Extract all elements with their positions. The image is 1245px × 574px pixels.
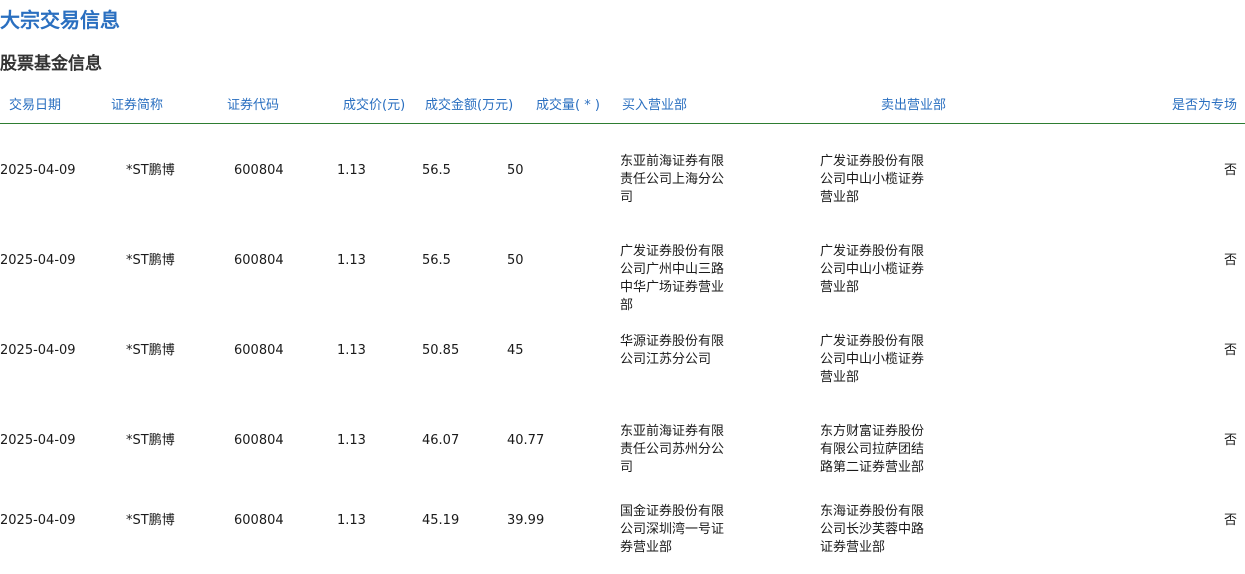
cell-name: *ST鹏博 xyxy=(126,343,175,358)
cell-date: 2025-04-09 xyxy=(0,163,76,178)
page-title: 大宗交易信息 xyxy=(0,8,120,32)
cell-date: 2025-04-09 xyxy=(0,253,76,268)
cell-buy: 国金证券股份有限公司深圳湾一号证券营业部 xyxy=(620,504,725,555)
cell-name: *ST鹏博 xyxy=(126,433,175,448)
cell-special: 否 xyxy=(1223,163,1237,178)
column-header-sell[interactable]: 卖出营业部 xyxy=(881,97,946,115)
cell-name: *ST鹏博 xyxy=(126,513,175,528)
cell-sell: 广发证券股份有限公司中山小榄证券营业部 xyxy=(820,244,925,295)
cell-name: *ST鹏博 xyxy=(126,163,175,178)
cell-buy: 华源证券股份有限公司江苏分公司 xyxy=(620,334,725,367)
table-row: 2025-04-09 *ST鹏博 600804 1.13 46.07 40.77… xyxy=(0,401,1245,491)
cell-amount: 56.5 xyxy=(422,163,451,178)
cell-volume: 45 xyxy=(507,343,524,358)
cell-date: 2025-04-09 xyxy=(0,343,76,358)
cell-amount: 50.85 xyxy=(422,343,460,358)
cell-volume: 39.99 xyxy=(507,513,545,528)
cell-amount: 56.5 xyxy=(422,253,451,268)
cell-special: 否 xyxy=(1223,513,1237,528)
table-row: 2025-04-09 *ST鹏博 600804 1.13 45.19 39.99… xyxy=(0,481,1245,571)
cell-name: *ST鹏博 xyxy=(126,253,175,268)
column-header-price[interactable]: 成交价(元) xyxy=(343,97,405,115)
table-row: 2025-04-09 *ST鹏博 600804 1.13 50.85 45 华源… xyxy=(0,311,1245,401)
cell-volume: 40.77 xyxy=(507,433,545,448)
cell-sell: 东方财富证券股份有限公司拉萨团结路第二证券营业部 xyxy=(820,424,925,475)
cell-date: 2025-04-09 xyxy=(0,513,76,528)
table-header: 交易日期 证券简称 证券代码 成交价(元) 成交金额(万元) 成交量( * ) … xyxy=(0,95,1245,124)
cell-date: 2025-04-09 xyxy=(0,433,76,448)
cell-code: 600804 xyxy=(234,513,284,528)
table-row: 2025-04-09 *ST鹏博 600804 1.13 56.5 50 广发证… xyxy=(0,221,1245,313)
cell-sell: 东海证券股份有限公司长沙芙蓉中路证券营业部 xyxy=(820,504,925,555)
column-header-amount[interactable]: 成交金额(万元) xyxy=(425,97,513,115)
cell-code: 600804 xyxy=(234,163,284,178)
cell-price: 1.13 xyxy=(337,513,366,528)
cell-buy: 广发证券股份有限公司广州中山三路中华广场证券营业部 xyxy=(620,244,725,313)
cell-code: 600804 xyxy=(234,253,284,268)
column-header-volume[interactable]: 成交量( * ) xyxy=(536,97,600,115)
cell-amount: 45.19 xyxy=(422,513,460,528)
cell-sell: 广发证券股份有限公司中山小榄证券营业部 xyxy=(820,154,925,205)
column-header-name[interactable]: 证券简称 xyxy=(111,97,163,115)
cell-special: 否 xyxy=(1223,343,1237,358)
section-title: 股票基金信息 xyxy=(0,54,102,74)
cell-buy: 东亚前海证券有限责任公司上海分公司 xyxy=(620,154,725,205)
cell-price: 1.13 xyxy=(337,343,366,358)
cell-price: 1.13 xyxy=(337,433,366,448)
column-header-code[interactable]: 证券代码 xyxy=(227,97,279,115)
cell-special: 否 xyxy=(1223,433,1237,448)
table-row: 2025-04-09 *ST鹏博 600804 1.13 56.5 50 东亚前… xyxy=(0,131,1245,221)
cell-buy: 东亚前海证券有限责任公司苏州分公司 xyxy=(620,424,725,475)
cell-price: 1.13 xyxy=(337,253,366,268)
column-header-special[interactable]: 是否为专场 xyxy=(1172,97,1237,115)
cell-sell: 广发证券股份有限公司中山小榄证券营业部 xyxy=(820,334,925,385)
cell-amount: 46.07 xyxy=(422,433,460,448)
cell-volume: 50 xyxy=(507,253,524,268)
cell-code: 600804 xyxy=(234,343,284,358)
cell-price: 1.13 xyxy=(337,163,366,178)
cell-code: 600804 xyxy=(234,433,284,448)
cell-special: 否 xyxy=(1223,253,1237,268)
column-header-date[interactable]: 交易日期 xyxy=(9,97,61,115)
column-header-buy[interactable]: 买入营业部 xyxy=(622,97,687,115)
page: 大宗交易信息 股票基金信息 交易日期 证券简称 证券代码 成交价(元) 成交金额… xyxy=(0,0,1245,574)
cell-volume: 50 xyxy=(507,163,524,178)
